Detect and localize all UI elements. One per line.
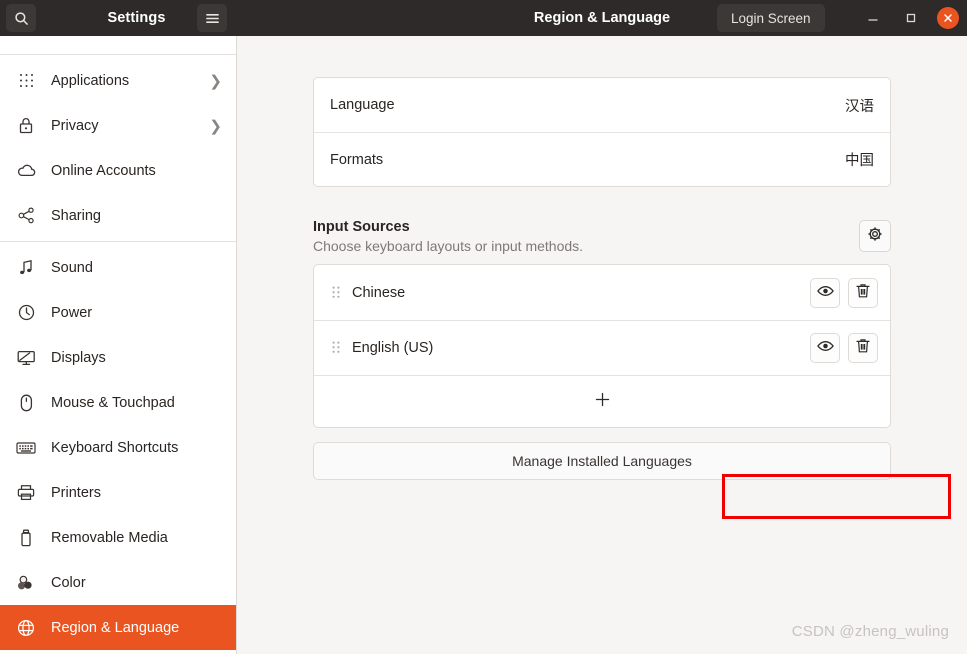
sidebar-item-keyboard-shortcuts[interactable]: Keyboard Shortcuts	[0, 425, 236, 470]
drag-handle-icon[interactable]	[328, 341, 344, 355]
drag-handle-icon[interactable]	[328, 286, 344, 300]
sidebar-item-region-language[interactable]: Region & Language	[0, 605, 236, 650]
usb-drive-icon	[14, 527, 38, 549]
sidebar-item-applications[interactable]: Applications ❯	[0, 58, 236, 103]
page-title: Region & Language	[533, 10, 671, 26]
title-bar-right: Region & Language Login Screen	[237, 0, 967, 36]
plus-icon	[595, 392, 610, 412]
manage-installed-languages-button[interactable]: Manage Installed Languages	[313, 442, 891, 480]
settings-window: Settings Region & Language Login Screen	[0, 0, 967, 654]
input-source-name: Chinese	[352, 284, 406, 301]
window-controls	[861, 0, 959, 36]
minimize-icon[interactable]	[861, 6, 885, 30]
region-language-panel: Language 汉语 Formats 中国 Input Sources Cho…	[313, 77, 891, 480]
input-source-name: English (US)	[352, 340, 434, 356]
main-content: Language 汉语 Formats 中国 Input Sources Cho…	[237, 36, 967, 654]
keyboard-icon	[14, 437, 38, 459]
sidebar: Search Applications ❯	[0, 36, 237, 654]
eye-icon	[816, 285, 834, 301]
search-icon	[14, 36, 38, 40]
preview-layout-button-chinese[interactable]	[810, 277, 840, 308]
title-bar-left: Settings	[0, 0, 237, 36]
login-screen-button[interactable]: Login Screen	[717, 4, 825, 32]
sidebar-item-printers[interactable]: Printers	[0, 470, 236, 515]
power-icon	[14, 302, 38, 324]
annotation-highlight-box	[722, 474, 951, 519]
watermark: CSDN @zheng_wuling	[791, 623, 949, 640]
title-bar: Settings Region & Language Login Screen	[0, 0, 967, 36]
sidebar-item-label: Power	[51, 304, 93, 321]
sidebar-item-label: Removable Media	[51, 529, 168, 546]
chevron-right-icon: ❯	[209, 72, 222, 90]
mouse-icon	[14, 392, 38, 414]
sidebar-item-label: Color	[51, 574, 86, 591]
maximize-icon[interactable]	[899, 6, 923, 30]
formats-row-value: 中国	[845, 153, 874, 169]
globe-icon	[14, 617, 38, 639]
eye-icon	[816, 340, 834, 356]
language-row-label: Language	[330, 97, 395, 113]
sidebar-item-label: Applications	[51, 72, 130, 89]
sidebar-divider	[0, 241, 236, 242]
music-note-icon	[14, 257, 38, 279]
sidebar-item-displays[interactable]: Displays	[0, 335, 236, 380]
trash-icon	[856, 338, 870, 358]
formats-row-label: Formats	[330, 151, 384, 168]
sidebar-item-power[interactable]: Power	[0, 290, 236, 335]
sidebar-item-search[interactable]: Search	[0, 36, 236, 51]
sidebar-item-label: Online Accounts	[51, 162, 156, 179]
sidebar-item-sharing[interactable]: Sharing	[0, 193, 236, 238]
input-sources-texts: Input Sources Choose keyboard layouts or…	[313, 219, 859, 254]
trash-icon	[856, 283, 870, 303]
color-circles-icon	[14, 572, 38, 594]
cloud-icon	[14, 160, 38, 182]
close-icon[interactable]	[937, 7, 959, 29]
input-sources-settings-button[interactable]	[859, 220, 891, 252]
monitor-icon	[14, 347, 38, 369]
sidebar-item-removable-media[interactable]: Removable Media	[0, 515, 236, 560]
sidebar-list: Search Applications ❯	[0, 36, 236, 650]
sidebar-item-label: Sound	[51, 259, 93, 276]
input-sources-subtitle: Choose keyboard layouts or input methods…	[313, 238, 584, 254]
sidebar-item-label: Search	[51, 36, 224, 37]
remove-input-source-button-chinese[interactable]	[848, 277, 878, 308]
input-sources-header: Input Sources Choose keyboard layouts or…	[313, 219, 891, 254]
formats-row[interactable]: Formats 中国	[314, 132, 890, 186]
printer-icon	[14, 482, 38, 504]
input-source-row-english-us[interactable]: English (US)	[314, 320, 890, 375]
language-row-value: 汉语	[845, 98, 874, 115]
sidebar-item-mouse-touchpad[interactable]: Mouse & Touchpad	[0, 380, 236, 425]
sidebar-item-label: Keyboard Shortcuts	[51, 439, 179, 456]
sidebar-item-sound[interactable]: Sound	[0, 245, 236, 290]
add-input-source-button[interactable]	[314, 375, 890, 427]
search-icon[interactable]	[6, 4, 36, 32]
sidebar-item-privacy[interactable]: Privacy ❯	[0, 103, 236, 148]
language-row[interactable]: Language 汉语	[314, 78, 890, 132]
gear-icon	[867, 226, 883, 247]
input-sources-card: Chinese English (US)	[313, 264, 891, 428]
share-nodes-icon	[14, 205, 38, 227]
sidebar-item-label: Privacy	[51, 117, 99, 134]
remove-input-source-button-english-us[interactable]	[848, 333, 878, 363]
input-sources-title: Input Sources	[313, 219, 410, 235]
sidebar-item-label: Region & Language	[51, 619, 180, 636]
manage-installed-languages-label: Manage Installed Languages	[512, 453, 692, 469]
input-source-row-chinese[interactable]: Chinese	[314, 265, 890, 320]
sidebar-divider	[0, 54, 236, 55]
hamburger-menu-icon[interactable]	[197, 4, 227, 32]
sidebar-item-label: Sharing	[51, 207, 101, 224]
grid-apps-icon	[14, 70, 38, 92]
language-formats-card: Language 汉语 Formats 中国	[313, 77, 891, 187]
sidebar-item-color[interactable]: Color	[0, 560, 236, 605]
sidebar-item-online-accounts[interactable]: Online Accounts	[0, 148, 236, 193]
sidebar-item-label: Mouse & Touchpad	[51, 394, 175, 411]
window-body: Search Applications ❯	[0, 36, 967, 654]
sidebar-item-label: Printers	[51, 484, 101, 501]
sidebar-item-label: Displays	[51, 349, 106, 366]
lock-icon	[14, 115, 38, 137]
preview-layout-button-english-us[interactable]	[810, 333, 840, 363]
chevron-right-icon: ❯	[209, 117, 222, 135]
